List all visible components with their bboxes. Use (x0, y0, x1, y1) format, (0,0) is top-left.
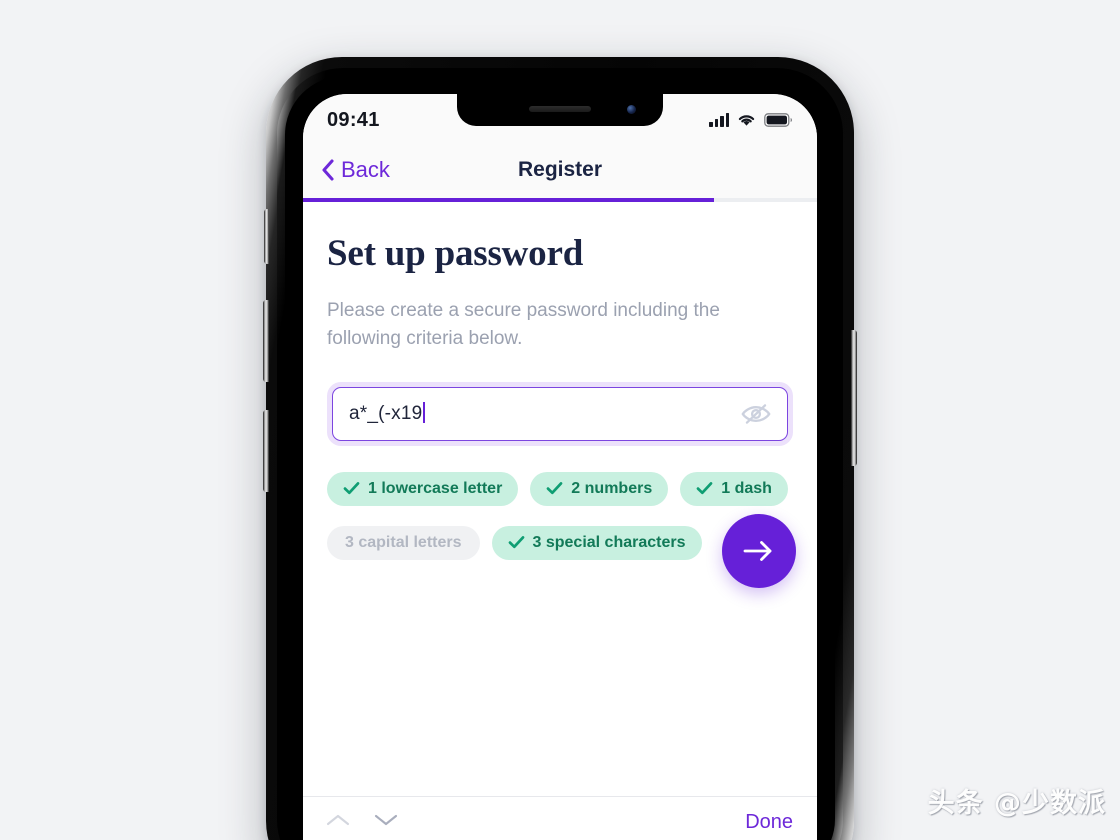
power-button[interactable] (851, 330, 857, 466)
chevron-up-icon (326, 814, 350, 826)
page-content: Set up password Please create a secure p… (303, 202, 817, 840)
silent-switch-button[interactable] (264, 209, 269, 264)
criteria-chip: 2 numbers (530, 471, 669, 506)
status-bar-clock: 09:41 (327, 108, 380, 131)
earpiece-speaker (529, 106, 591, 112)
page-subtitle: Please create a secure password includin… (327, 300, 720, 349)
criteria-chip: 1 dash (680, 471, 788, 506)
check-icon (696, 482, 713, 495)
eye-slash-icon (741, 404, 771, 424)
password-field-focus-ring: a*_(-x19 (327, 381, 793, 446)
password-text: a*_(-x19 (349, 403, 423, 425)
criteria-chip-label: 3 special characters (532, 533, 686, 551)
check-icon-wrap (508, 535, 525, 549)
phone-notch (457, 94, 663, 126)
previous-field-button[interactable] (325, 812, 351, 833)
chevron-left-icon (322, 159, 334, 181)
arrow-right-icon (743, 541, 772, 561)
text-caret (423, 402, 426, 424)
criteria-chip-label: 1 dash (721, 479, 772, 497)
criteria-chip: 1 lowercase letter (327, 471, 519, 506)
check-icon-wrap (696, 481, 713, 495)
volume-down-button[interactable] (263, 410, 269, 492)
chevron-down-icon (374, 814, 398, 826)
volume-up-button[interactable] (263, 300, 269, 382)
check-icon-wrap (546, 481, 563, 495)
keyboard-field-navigation (325, 812, 399, 833)
phone-device-frame: 09:41 Back Register Set up password Plea… (263, 57, 857, 840)
keyboard-accessory-toolbar: Done (303, 796, 817, 840)
status-bar-icons (709, 112, 792, 127)
password-input[interactable]: a*_(-x19 (332, 386, 788, 441)
back-button-label: Back (341, 157, 390, 182)
phone-screen: 09:41 Back Register Set up password Plea… (303, 94, 817, 840)
check-icon (546, 482, 563, 495)
toggle-password-visibility-button[interactable] (733, 403, 771, 425)
back-button[interactable]: Back (303, 157, 390, 183)
criteria-chip-label: 1 lowercase letter (368, 479, 503, 497)
page-title: Set up password (327, 233, 584, 274)
cellular-signal-icon (709, 112, 729, 127)
check-icon-wrap (343, 481, 360, 495)
check-icon (508, 536, 524, 549)
password-input-value[interactable]: a*_(-x19 (349, 402, 733, 425)
check-icon (343, 482, 360, 495)
wifi-icon (738, 115, 755, 126)
criteria-chip-label: 3 capital letters (345, 533, 462, 551)
watermark: 头条 @少数派 (927, 788, 1106, 819)
next-field-button[interactable] (373, 812, 399, 833)
keyboard-done-button[interactable]: Done (745, 811, 793, 834)
criteria-chip: 3 capital letters (327, 525, 480, 560)
battery-full-icon (764, 113, 792, 127)
criteria-chip-label: 2 numbers (571, 479, 653, 497)
submit-button[interactable] (722, 514, 796, 588)
criteria-chip: 3 special characters (491, 525, 702, 560)
navigation-bar: Back Register (303, 142, 817, 198)
front-camera-icon (627, 105, 636, 114)
